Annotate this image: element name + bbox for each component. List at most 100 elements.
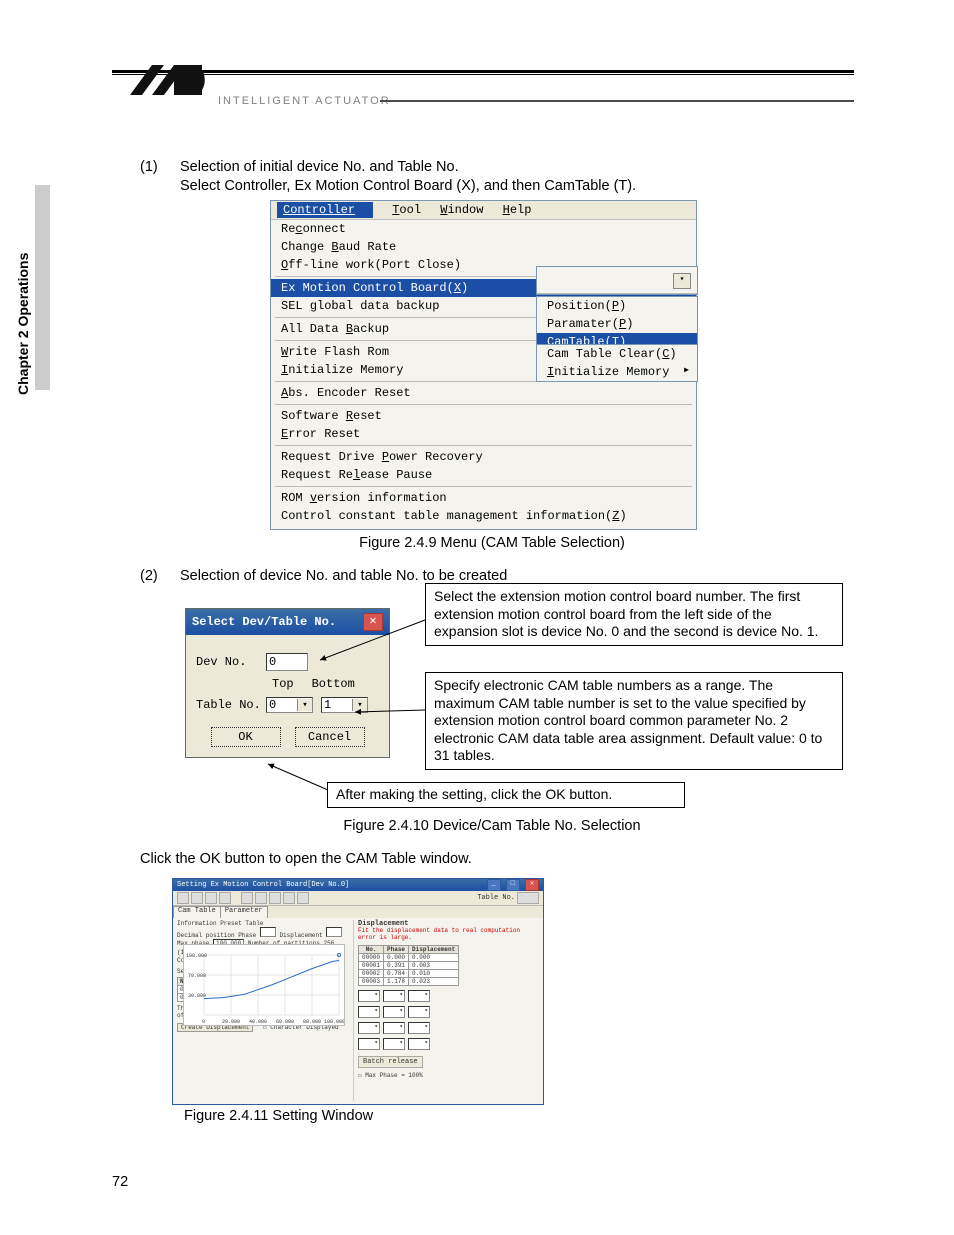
section1-line2: Select Controller, Ex Motion Control Boa… (180, 178, 636, 194)
selector[interactable] (358, 1022, 380, 1034)
submenu-item-position[interactable]: Position(P) (537, 297, 697, 315)
toolbar-icon[interactable] (297, 892, 309, 904)
toolbar-icon[interactable] (269, 892, 281, 904)
selector[interactable] (383, 1038, 405, 1050)
svg-text:20.000: 20.000 (222, 1019, 240, 1025)
menu-window[interactable]: Window (440, 203, 483, 217)
ok-button[interactable]: OK (211, 727, 281, 747)
selector[interactable] (358, 1006, 380, 1018)
decimal-pos-label: Decimal position Phase (177, 932, 256, 939)
page-number: 72 (112, 1174, 128, 1190)
brand-logo (112, 55, 212, 110)
menu-item-abs-reset[interactable]: Abs. Encoder Reset (271, 384, 696, 402)
batch-release-button[interactable]: Batch release (358, 1056, 423, 1068)
menu-item-req-release[interactable]: Request Release Pause (271, 466, 696, 484)
toolbar-tableno-label: Table No. (477, 894, 515, 902)
svg-text:80.000: 80.000 (303, 1019, 321, 1025)
close-icon[interactable]: ✕ (363, 613, 383, 631)
svg-text:100.000: 100.000 (186, 953, 207, 959)
dialog-title: Select Dev/Table No. (192, 615, 336, 629)
section1-line1: Selection of initial device No. and Tabl… (180, 159, 459, 175)
devno-input[interactable] (266, 653, 308, 671)
callout-devno: Select the extension motion control boar… (425, 583, 843, 646)
warning-text: Fit the displacement data to real comput… (358, 928, 539, 941)
decimal-phase-select[interactable] (260, 927, 276, 937)
chevron-down-icon: ▾ (297, 699, 312, 711)
toolbar-icon[interactable] (177, 892, 189, 904)
menu-item-reconnect[interactable]: Reconnect (271, 220, 696, 238)
menu-controller[interactable]: Controller (277, 202, 373, 218)
menu-bar: Controller Tool Window Help (271, 201, 696, 220)
section2-text: Selection of device No. and table No. to… (180, 568, 507, 584)
selector[interactable] (383, 1022, 405, 1034)
menu-help[interactable]: Help (503, 203, 532, 217)
toolbar-icon[interactable] (283, 892, 295, 904)
toolbar-icon[interactable] (219, 892, 231, 904)
tab-parameter[interactable]: Parameter (220, 906, 268, 918)
selector-row (358, 990, 539, 1002)
header-rule-mid (380, 100, 854, 102)
toolbar-icon[interactable] (255, 892, 267, 904)
table-row[interactable]: 000020.7840.010 (359, 970, 459, 978)
menu-item-baud[interactable]: Change Baud Rate (271, 238, 696, 256)
open-cam-window-text: Click the OK button to open the CAM Tabl… (140, 851, 472, 867)
side-tab-label: Chapter 2 Operations (15, 253, 31, 395)
svg-text:70.000: 70.000 (188, 973, 206, 979)
tableno-label: Table No. (196, 698, 266, 712)
side-tab-bar (35, 185, 50, 390)
devno-label: Dev No. (196, 655, 266, 669)
displacement-label: Displacement (279, 932, 322, 939)
tab-cam-table[interactable]: Cam Table (173, 906, 221, 918)
table-row[interactable]: 000031.1780.023 (359, 978, 459, 986)
setting-window-screenshot: Setting Ex Motion Control Board[Dev No.0… (172, 878, 544, 1105)
displacement-chart: 100.000 70.000 30.000 0 20.000 40.000 60… (183, 944, 345, 1026)
toolbar-icon[interactable] (191, 892, 203, 904)
toolbar-icon[interactable] (205, 892, 217, 904)
bottom-label: Bottom (312, 677, 355, 691)
toolbar-icon[interactable] (241, 892, 253, 904)
menu-item-ctrl-const[interactable]: Control constant table management inform… (271, 507, 696, 525)
callout-tableno: Specify electronic CAM table numbers as … (425, 672, 843, 770)
selector[interactable] (408, 1022, 430, 1034)
selector[interactable] (408, 1038, 430, 1050)
menu-item-rom-ver[interactable]: ROM version information (271, 489, 696, 507)
tableno-bottom-select[interactable]: 1▾ (321, 697, 368, 713)
decimal-disp-select[interactable] (326, 927, 342, 937)
tableno-top-select[interactable]: 0▾ (266, 697, 313, 713)
max-phase-checkbox[interactable]: Max Phase = 100% (365, 1072, 423, 1079)
submenu-camtable: Cam Table Clear(C) Initialize Memory (536, 344, 698, 382)
menu-item-soft-reset[interactable]: Software Reset (271, 407, 696, 425)
minimize-icon[interactable]: _ (487, 879, 501, 891)
table-row[interactable]: 000010.3910.003 (359, 962, 459, 970)
figure-caption-1: Figure 2.4.9 Menu (CAM Table Selection) (140, 534, 844, 553)
callout-ok: After making the setting, click the OK b… (327, 782, 685, 808)
selector[interactable] (383, 1006, 405, 1018)
submenu-item-clear[interactable]: Cam Table Clear(C) (537, 345, 697, 363)
figure-caption-3: Figure 2.4.11 Setting Window (184, 1108, 373, 1124)
svg-text:30.000: 30.000 (188, 993, 206, 999)
info-preset-label: Information Preset Table (177, 920, 347, 927)
setting-window-title: Setting Ex Motion Control Board[Dev No.0… (177, 881, 349, 889)
table-row[interactable]: 000000.0000.000 (359, 954, 459, 962)
dropdown-icon[interactable]: ▾ (673, 273, 691, 289)
submenu-item-paramater[interactable]: Paramater(P) (537, 315, 697, 333)
menu-tool[interactable]: Tool (392, 203, 421, 217)
figure-caption-2: Figure 2.4.10 Device/Cam Table No. Selec… (140, 817, 844, 836)
svg-text:60.000: 60.000 (276, 1019, 294, 1025)
svg-text:100.000: 100.000 (324, 1019, 344, 1025)
selector[interactable] (408, 1006, 430, 1018)
top-label: Top (272, 677, 294, 691)
menu-item-req-drive[interactable]: Request Drive Power Recovery (271, 448, 696, 466)
displacement-table: No. Phase Displacement 000000.0000.000 0… (358, 945, 459, 986)
selector[interactable] (383, 990, 405, 1002)
tableno-select[interactable] (517, 892, 539, 904)
submenu-item-init[interactable]: Initialize Memory (537, 363, 697, 381)
selector[interactable] (358, 990, 380, 1002)
menu-item-err-reset[interactable]: Error Reset (271, 425, 696, 443)
section2-number: (2) (140, 567, 158, 586)
maximize-icon[interactable]: □ (506, 879, 520, 891)
close-icon[interactable]: ✕ (525, 879, 539, 891)
cancel-button[interactable]: Cancel (295, 727, 365, 747)
selector[interactable] (408, 990, 430, 1002)
selector[interactable] (358, 1038, 380, 1050)
